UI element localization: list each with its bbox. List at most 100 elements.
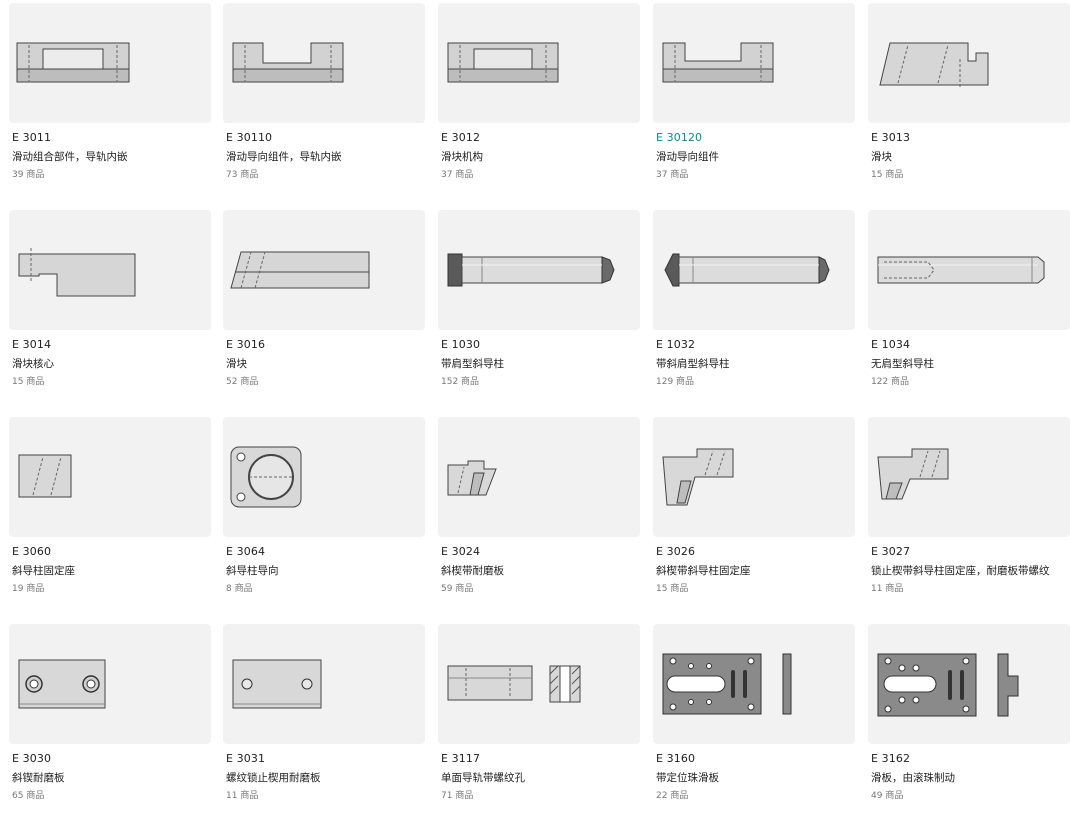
product-card[interactable]: E 3117 单面导轨带螺纹孔 71 商品 [438,624,640,824]
product-code[interactable]: E 3030 [12,752,51,765]
product-thumbnail[interactable] [653,417,855,537]
product-count: 52 商品 [226,377,259,387]
product-card[interactable]: E 3064 斜导柱导向 8 商品 [223,417,425,617]
product-name[interactable]: 带肩型斜导柱 [441,356,504,371]
product-count: 122 商品 [871,377,910,387]
product-name[interactable]: 斜锲耐磨板 [12,770,65,785]
product-thumbnail[interactable] [438,210,640,330]
product-card[interactable]: E 3024 斜楔带耐磨板 59 商品 [438,417,640,617]
product-name[interactable]: 单面导轨带螺纹孔 [441,770,525,785]
product-thumbnail[interactable] [438,624,640,744]
product-count: 73 商品 [226,170,259,180]
product-card[interactable]: E 30120 滑动导向组件 37 商品 [653,3,855,203]
product-card[interactable]: E 30110 滑动导向组件，导轨内嵌 73 商品 [223,3,425,203]
product-code[interactable]: E 3013 [871,131,910,144]
ball-brake-slide-plate-icon [877,653,1019,717]
wedge-wear-plate-icon [447,460,497,496]
product-code[interactable]: E 3016 [226,338,265,351]
product-count: 59 商品 [441,584,474,594]
product-card[interactable]: E 3030 斜锲耐磨板 65 商品 [9,624,211,824]
product-code[interactable]: E 3024 [441,545,480,558]
product-name[interactable]: 滑块 [871,149,892,164]
product-name[interactable]: 滑块机构 [441,149,483,164]
product-name[interactable]: 斜楔带斜导柱固定座 [656,563,751,578]
product-card[interactable]: E 1034 无肩型斜导柱 122 商品 [868,210,1070,410]
product-name[interactable]: 滑动导向组件，导轨内嵌 [226,149,342,164]
product-thumbnail[interactable] [868,417,1070,537]
product-thumbnail[interactable] [9,3,211,123]
product-card[interactable]: E 3060 斜导柱固定座 19 商品 [9,417,211,617]
product-thumbnail[interactable] [9,624,211,744]
product-code[interactable]: E 3162 [871,752,910,765]
product-card[interactable]: E 3026 斜楔带斜导柱固定座 15 商品 [653,417,855,617]
product-thumbnail[interactable] [438,417,640,537]
product-code[interactable]: E 1034 [871,338,910,351]
product-count: 11 商品 [871,584,904,594]
product-count: 37 商品 [656,170,689,180]
product-count: 15 商品 [656,584,689,594]
threaded-wear-plate-icon [232,659,322,709]
product-thumbnail[interactable] [868,210,1070,330]
bevel-shoulder-angle-pin-icon [664,253,830,287]
product-card[interactable]: E 3160 带定位珠滑板 22 商品 [653,624,855,824]
product-name[interactable]: 无肩型斜导柱 [871,356,934,371]
product-code[interactable]: E 30120 [656,131,702,144]
product-code[interactable]: E 3011 [12,131,51,144]
product-count: 22 商品 [656,791,689,801]
product-thumbnail[interactable] [653,624,855,744]
product-card[interactable]: E 3162 滑板，由滚珠制动 49 商品 [868,624,1070,824]
product-name[interactable]: 滑块核心 [12,356,54,371]
product-name[interactable]: 滑板，由滚珠制动 [871,770,955,785]
product-thumbnail[interactable] [223,624,425,744]
product-code[interactable]: E 3117 [441,752,480,765]
product-name[interactable]: 滑动组合部件，导轨内嵌 [12,149,128,164]
product-name[interactable]: 滑动导向组件 [656,149,719,164]
product-card[interactable]: E 3031 螺纹锁止楔用耐磨板 11 商品 [223,624,425,824]
product-code[interactable]: E 3031 [226,752,265,765]
product-count: 71 商品 [441,791,474,801]
product-thumbnail[interactable] [868,624,1070,744]
product-thumbnail[interactable] [223,210,425,330]
product-code[interactable]: E 1032 [656,338,695,351]
product-code[interactable]: E 3012 [441,131,480,144]
product-name[interactable]: 带斜肩型斜导柱 [656,356,730,371]
product-code[interactable]: E 3060 [12,545,51,558]
product-thumbnail[interactable] [653,3,855,123]
product-code[interactable]: E 1030 [441,338,480,351]
product-name[interactable]: 螺纹锁止楔用耐磨板 [226,770,321,785]
wedge-wear-pad-icon [18,659,106,709]
product-card[interactable]: E 3027 锁止楔带斜导柱固定座，耐磨板带螺纹 11 商品 [868,417,1070,617]
product-code[interactable]: E 3014 [12,338,51,351]
product-code[interactable]: E 3027 [871,545,910,558]
product-code[interactable]: E 3064 [226,545,265,558]
slide-guide-rail-inset-icon [232,42,344,83]
product-thumbnail[interactable] [438,3,640,123]
angle-pin-guide-icon [230,446,302,508]
product-card[interactable]: E 1030 带肩型斜导柱 152 商品 [438,210,640,410]
product-name[interactable]: 斜导柱导向 [226,563,279,578]
product-thumbnail[interactable] [223,417,425,537]
product-card[interactable]: E 3016 滑块 52 商品 [223,210,425,410]
straight-angle-pin-icon [877,256,1045,284]
product-count: 152 商品 [441,377,480,387]
product-thumbnail[interactable] [868,3,1070,123]
product-name[interactable]: 带定位珠滑板 [656,770,719,785]
product-name[interactable]: 斜楔带耐磨板 [441,563,504,578]
product-code[interactable]: E 3160 [656,752,695,765]
product-card[interactable]: E 3012 滑块机构 37 商品 [438,3,640,203]
product-thumbnail[interactable] [9,210,211,330]
product-thumbnail[interactable] [653,210,855,330]
product-name[interactable]: 锁止楔带斜导柱固定座，耐磨板带螺纹 [871,563,1050,578]
product-thumbnail[interactable] [9,417,211,537]
product-card[interactable]: E 3013 滑块 15 商品 [868,3,1070,203]
slide-mechanism-icon [447,42,559,83]
product-thumbnail[interactable] [223,3,425,123]
product-code[interactable]: E 3026 [656,545,695,558]
product-name[interactable]: 斜导柱固定座 [12,563,75,578]
product-code[interactable]: E 30110 [226,131,272,144]
product-card[interactable]: E 3014 滑块核心 15 商品 [9,210,211,410]
product-card[interactable]: E 3011 滑动组合部件，导轨内嵌 39 商品 [9,3,211,203]
wedge-pin-holder-icon [662,448,734,506]
product-name[interactable]: 滑块 [226,356,247,371]
product-card[interactable]: E 1032 带斜肩型斜导柱 129 商品 [653,210,855,410]
